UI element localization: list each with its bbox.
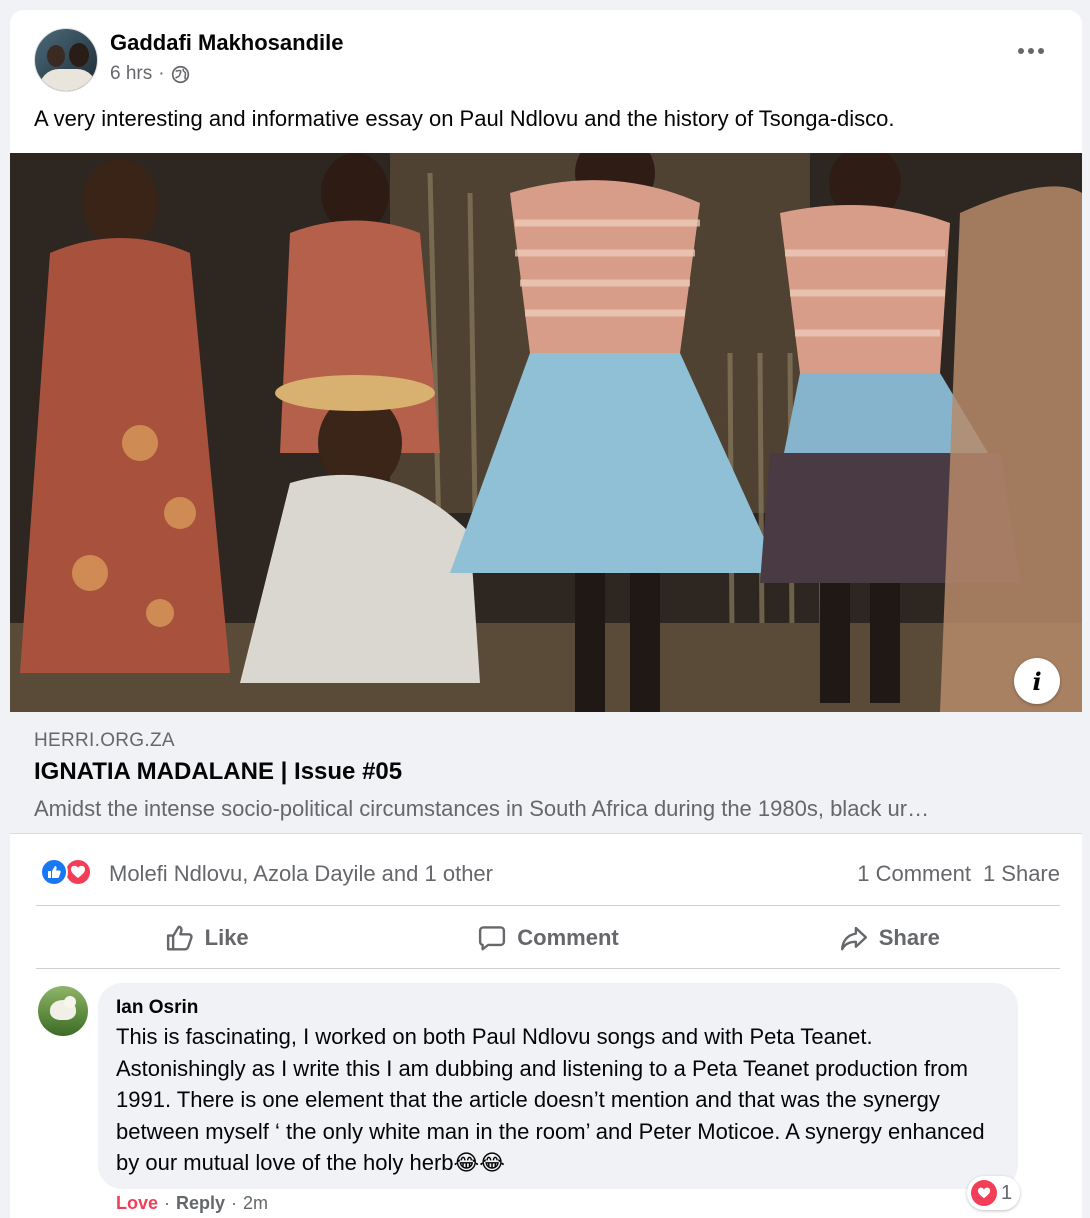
post-card: Gaddafi Makhosandile 6 hrs · A very inte… xyxy=(10,10,1082,1218)
comment-text: This is fascinating, I worked on both Pa… xyxy=(116,1024,985,1175)
post-meta: 6 hrs · xyxy=(110,63,190,85)
comment-count[interactable]: 1 Comment xyxy=(857,861,971,887)
author-avatar[interactable] xyxy=(34,28,98,92)
link-domain: HERRI.ORG.ZA xyxy=(34,730,175,751)
reaction-icons[interactable] xyxy=(40,858,92,886)
commenter-name[interactable]: Ian Osrin xyxy=(116,997,1000,1019)
post-text: A very interesting and informative essay… xyxy=(34,106,895,131)
comment-button[interactable]: Comment xyxy=(377,910,718,966)
dancers-photo xyxy=(10,153,1082,712)
share-label: Share xyxy=(878,925,940,950)
comment-reaction-badge[interactable]: 1 xyxy=(967,1176,1021,1210)
more-horizontal-icon xyxy=(1018,48,1024,54)
post-actions: Like Comment Share xyxy=(36,910,1060,966)
share-count[interactable]: 1 Share xyxy=(983,861,1060,887)
comment-reaction-count: 1 xyxy=(1001,1181,1013,1204)
footer-separator: · xyxy=(231,1193,238,1213)
comment-love-button[interactable]: Love xyxy=(116,1193,158,1214)
comment-icon xyxy=(479,926,506,951)
comment-time[interactable]: 2m xyxy=(243,1193,268,1214)
info-icon[interactable]: i xyxy=(1014,658,1060,704)
comment-footer: Love · Reply · 2m xyxy=(116,1193,268,1214)
share-button[interactable]: Share xyxy=(719,910,1060,966)
love-icon xyxy=(64,858,92,886)
footer-separator: · xyxy=(164,1193,171,1213)
link-title[interactable]: IGNATIA MADALANE | Issue #05 xyxy=(34,758,402,786)
like-label: Like xyxy=(204,925,249,950)
comment-label: Comment xyxy=(517,925,619,950)
thumbs-up-icon xyxy=(166,925,193,951)
divider xyxy=(36,905,1060,906)
link-preview-image[interactable]: i xyxy=(10,153,1082,712)
link-preview[interactable]: HERRI.ORG.ZA IGNATIA MADALANE | Issue #0… xyxy=(10,712,1082,834)
like-button[interactable]: Like xyxy=(36,910,377,966)
post-time[interactable]: 6 hrs xyxy=(110,63,152,85)
divider xyxy=(36,968,1060,969)
reactors-summary[interactable]: Molefi Ndlovu, Azola Dayile and 1 other xyxy=(109,861,493,887)
comment-reply-button[interactable]: Reply xyxy=(176,1193,225,1214)
link-description: Amidst the intense socio-political circu… xyxy=(34,796,930,821)
author-name[interactable]: Gaddafi Makhosandile xyxy=(110,30,344,56)
share-icon xyxy=(840,926,867,951)
more-options-button[interactable] xyxy=(1016,44,1046,58)
globe-icon[interactable] xyxy=(171,65,190,84)
comment-bubble: Ian Osrin This is fascinating, I worked … xyxy=(98,983,1018,1189)
meta-separator: · xyxy=(158,63,165,84)
info-glyph: i xyxy=(1032,666,1042,696)
engagement-counts: 1 Comment 1 Share xyxy=(857,861,1060,887)
love-icon xyxy=(971,1180,997,1206)
commenter-avatar[interactable] xyxy=(38,986,88,1036)
like-icon xyxy=(40,858,68,886)
